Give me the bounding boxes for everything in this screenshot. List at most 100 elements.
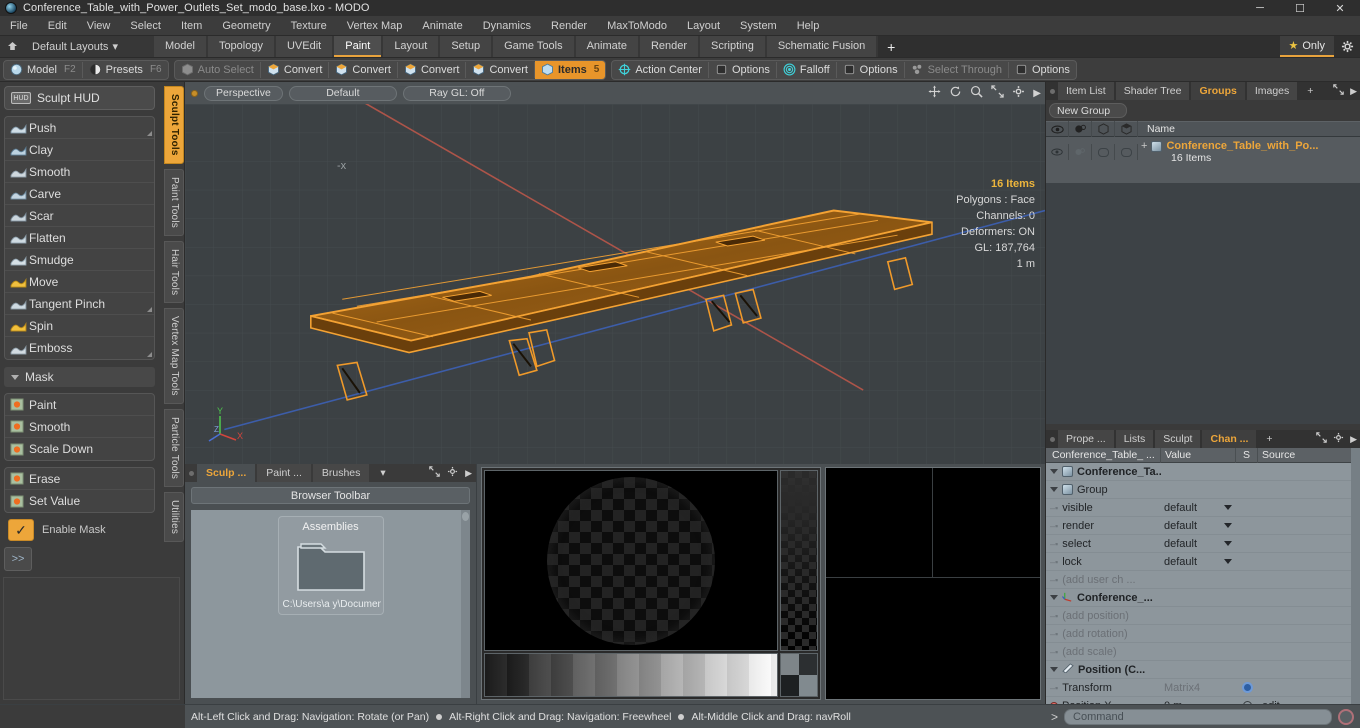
browser-toolbar-button[interactable]: Browser Toolbar <box>191 487 470 504</box>
enable-mask-checkbox[interactable]: ✓ <box>8 519 34 541</box>
tool-button-action-center[interactable]: Action Center <box>612 61 708 79</box>
brush-falloff-strip[interactable] <box>780 470 818 651</box>
expander-icon[interactable]: + <box>1141 140 1147 152</box>
layout-tab-uvedit[interactable]: UVEdit <box>275 36 333 57</box>
tool-button-items-active[interactable]: Items 5 <box>535 60 606 79</box>
tool-push[interactable]: Push <box>5 117 154 139</box>
groups-tab-groups[interactable]: Groups <box>1191 82 1245 100</box>
menu-item-dynamics[interactable]: Dynamics <box>473 16 541 36</box>
fit-view-icon[interactable] <box>1333 84 1344 98</box>
browser-tab-brushes[interactable]: Brushes <box>312 464 370 482</box>
side-tab-utilities[interactable]: Utilities <box>164 491 184 542</box>
chevron-down-icon[interactable] <box>1050 595 1058 600</box>
channel-row[interactable]: Conference_... <box>1046 589 1351 607</box>
channel-row[interactable]: ‒▪ render default <box>1046 517 1351 535</box>
side-tab-paint-tools[interactable]: Paint Tools <box>164 168 184 236</box>
wire-cube-toggle[interactable] <box>1092 144 1115 160</box>
viewport-menu-dot-icon[interactable] <box>191 89 198 97</box>
tool-button-convert[interactable]: Convert <box>261 61 329 79</box>
channel-row[interactable]: Position X0 medit <box>1046 697 1351 704</box>
expand-panel-button[interactable]: >> <box>4 547 32 571</box>
layout-tab-paint[interactable]: Paint <box>334 36 382 57</box>
close-button[interactable]: ✕ <box>1320 0 1360 16</box>
channels-tab-sculpt[interactable]: Sculpt <box>1155 430 1201 448</box>
layout-tab-setup[interactable]: Setup <box>440 36 492 57</box>
side-tab-particle-tools[interactable]: Particle Tools <box>164 408 184 487</box>
tool-button-convert[interactable]: Convert <box>398 61 466 79</box>
gear-icon[interactable] <box>1334 36 1360 57</box>
channel-row[interactable]: ‒▪ (add user ch ... <box>1046 571 1351 589</box>
chevron-right-icon[interactable]: ▶ <box>1350 434 1357 445</box>
channel-value-cell[interactable]: default <box>1161 538 1236 550</box>
channel-row[interactable]: Conference_Ta... <box>1046 463 1351 481</box>
tool-button-select-through[interactable]: Select Through <box>905 61 1008 79</box>
chevron-right-icon[interactable]: ▶ <box>1350 86 1357 97</box>
tool-scar[interactable]: Scar <box>5 205 154 227</box>
menu-item-maxtomodo[interactable]: MaxToModo <box>597 16 677 36</box>
browser-tab-sculp-[interactable]: Sculp ... <box>197 464 256 482</box>
layout-tab-animate[interactable]: Animate <box>575 36 638 57</box>
channel-value-cell[interactable]: default <box>1161 520 1236 532</box>
fit-view-icon[interactable] <box>991 85 1004 101</box>
browser-content-area[interactable]: Assemblies C:\Users\a y\Document... <box>191 510 470 698</box>
browser-tab-caret[interactable]: ▾ <box>371 464 395 482</box>
shading-dropdown[interactable]: Default <box>288 85 397 101</box>
rotate-view-icon[interactable] <box>949 85 962 101</box>
layout-tab-render[interactable]: Render <box>639 36 699 57</box>
menu-item-system[interactable]: System <box>730 16 787 36</box>
channel-value-cell[interactable]: Matrix4 <box>1161 682 1236 694</box>
menu-item-layout[interactable]: Layout <box>677 16 730 36</box>
chevron-down-icon[interactable] <box>1050 469 1058 474</box>
tool-clay[interactable]: Clay <box>5 139 154 161</box>
channels-tab-lists[interactable]: Lists <box>1115 430 1154 448</box>
menu-item-texture[interactable]: Texture <box>281 16 337 36</box>
groups-row[interactable]: + Conference_Table_with_Po... 16 Items <box>1046 137 1360 167</box>
maximize-button[interactable]: ☐ <box>1280 0 1320 16</box>
tool-erase[interactable]: Erase <box>5 468 154 490</box>
tool-button-options[interactable]: Options <box>837 61 904 79</box>
tool-carve[interactable]: Carve <box>5 183 154 205</box>
chevron-down-icon[interactable] <box>1224 523 1232 528</box>
groups-tab-item-list[interactable]: Item List <box>1058 82 1114 100</box>
chevron-right-icon[interactable]: ▶ <box>465 468 472 479</box>
tool-paint[interactable]: Paint <box>5 394 154 416</box>
tool-options-corner-icon[interactable] <box>147 352 152 357</box>
menu-item-file[interactable]: File <box>0 16 38 36</box>
layout-tab-topology[interactable]: Topology <box>207 36 274 57</box>
default-layouts-dropdown[interactable]: Default Layouts ▾ <box>24 36 126 57</box>
menu-item-edit[interactable]: Edit <box>38 16 77 36</box>
chevron-down-icon[interactable] <box>1050 487 1058 492</box>
channels-menu-dot-icon[interactable] <box>1046 430 1058 448</box>
chevron-right-icon[interactable]: ▶ <box>1033 88 1041 99</box>
zoom-view-icon[interactable] <box>970 85 983 101</box>
menu-item-animate[interactable]: Animate <box>412 16 472 36</box>
browser-menu-dot-icon[interactable] <box>185 464 197 482</box>
channel-row[interactable]: ‒▪ (add rotation) <box>1046 625 1351 643</box>
channels-tab-chan-[interactable]: Chan ... <box>1202 430 1257 448</box>
new-group-button[interactable]: New Group <box>1049 103 1127 118</box>
tool-move[interactable]: Move <box>5 271 154 293</box>
tool-button-falloff[interactable]: Falloff <box>777 61 836 79</box>
tool-options-corner-icon[interactable] <box>147 131 152 136</box>
add-channels-tab-button[interactable]: + <box>1258 430 1281 448</box>
tool-tangent-pinch[interactable]: Tangent Pinch <box>5 293 154 315</box>
add-groups-tab-button[interactable]: + <box>1299 82 1322 100</box>
channel-value-cell[interactable]: default <box>1161 502 1236 514</box>
tool-button-convert[interactable]: Convert <box>329 61 397 79</box>
gear-icon[interactable] <box>447 466 458 480</box>
tool-button-options[interactable]: Options <box>709 61 776 79</box>
value-gradient[interactable] <box>484 653 778 697</box>
chevron-down-icon[interactable] <box>1050 667 1058 672</box>
browser-tab-paint-[interactable]: Paint ... <box>257 464 311 482</box>
tool-set-value[interactable]: Set Value <box>5 490 154 512</box>
tool-smudge[interactable]: Smudge <box>5 249 154 271</box>
gear-icon[interactable] <box>1241 682 1253 693</box>
command-input[interactable]: Command <box>1064 708 1332 725</box>
chevron-down-icon[interactable] <box>1224 541 1232 546</box>
mask-section-header[interactable]: Mask <box>4 367 155 387</box>
channel-row[interactable]: ‒▪ (add scale) <box>1046 643 1351 661</box>
tool-button-options[interactable]: Options <box>1009 61 1076 79</box>
channels-scroll-top[interactable] <box>1351 447 1360 463</box>
browser-scrollbar[interactable] <box>461 510 470 698</box>
channel-row[interactable]: Position (C... <box>1046 661 1351 679</box>
